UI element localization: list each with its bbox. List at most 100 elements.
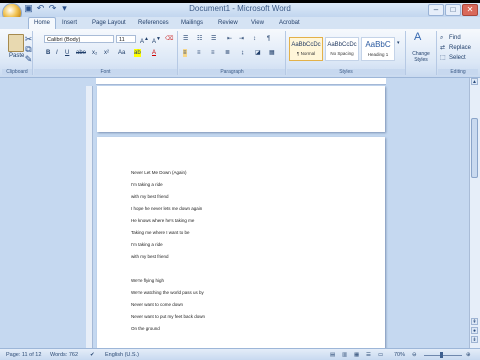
underline-icon[interactable]: U [65,49,69,57]
tab-insert[interactable]: Insert [62,18,77,29]
superscript-icon[interactable]: x² [104,49,109,57]
zoom-slider-thumb[interactable] [440,352,443,358]
page-count-status[interactable]: Page: 11 of 12 [6,352,41,358]
web-layout-icon[interactable]: ▦ [354,352,359,358]
document-line[interactable]: Never Let Me Down (Again) [131,170,187,175]
paste-button[interactable]: Paste [9,52,24,60]
change-styles-icon[interactable]: A [414,32,421,43]
styles-group: AaBbCcDc ¶ Normal AaBbCcDc No Spacing Aa… [287,31,406,75]
document-line[interactable]: Never want to come down [131,302,183,307]
current-page[interactable]: Never Let Me Down (Again) I'm taking a r… [97,137,385,348]
clipboard-group: Paste ✂ ⧉ ✎ Clipboard [2,31,33,75]
document-line[interactable]: Taking me where I want to be [131,230,190,235]
subscript-icon[interactable]: x₂ [92,49,97,57]
change-styles-group: A Change Styles [406,31,437,75]
style-normal[interactable]: AaBbCcDc ¶ Normal [289,37,323,61]
style-no-spacing[interactable]: AaBbCcDc No Spacing [325,37,359,61]
change-styles-button[interactable]: Change Styles [407,51,435,63]
tab-references[interactable]: References [138,18,169,29]
minimize-icon[interactable]: – [428,4,444,16]
numbering-icon[interactable]: ☷ [197,35,202,43]
increase-indent-icon[interactable]: ⇥ [239,35,244,43]
tab-page-layout[interactable]: Page Layout [92,18,126,29]
zoom-out-icon[interactable]: ⊖ [412,352,417,358]
document-line[interactable]: with my best friend [131,254,169,259]
show-formatting-icon[interactable]: ¶ [267,35,270,43]
tab-mailings[interactable]: Mailings [181,18,203,29]
document-line[interactable]: On the ground [131,326,160,331]
font-name-select[interactable]: Calibri (Body) [44,35,114,43]
find-icon[interactable]: ⌕ [440,34,443,42]
style-heading-1[interactable]: AaBbC Heading 1 [361,37,395,61]
close-icon[interactable]: ✕ [462,4,478,16]
next-page-icon[interactable]: ⇟ [471,336,478,343]
bold-icon[interactable]: B [46,49,50,57]
browse-object-icon[interactable]: ● [471,327,478,334]
align-center-icon[interactable]: ≡ [197,49,201,57]
paste-icon[interactable] [8,34,24,52]
tab-view[interactable]: View [251,18,264,29]
previous-page[interactable] [97,86,385,132]
scrollbar-thumb[interactable] [471,118,478,178]
select-icon[interactable]: ⬚ [440,54,446,62]
zoom-slider[interactable] [424,355,462,356]
select-button[interactable]: Select [449,54,466,62]
clear-format-icon[interactable]: ⌫ [165,35,173,43]
strikethrough-icon[interactable]: abe [76,49,86,57]
line-spacing-icon[interactable]: ↨ [241,49,244,57]
horizontal-ruler[interactable] [96,78,386,85]
print-layout-icon[interactable]: ▤ [330,352,335,358]
document-line[interactable]: with my best friend [131,194,169,199]
document-line[interactable]: We're flying high [131,278,164,283]
justify-icon[interactable]: ≣ [225,49,230,57]
format-painter-icon[interactable]: ✎ [24,55,33,64]
paragraph-label: Paragraph [179,69,285,75]
document-line[interactable]: He knows where he's taking me [131,218,194,223]
document-line[interactable]: I'm taking a ride [131,182,163,187]
previous-page-icon[interactable]: ⇞ [471,318,478,325]
scroll-up-icon[interactable]: ▲ [471,78,478,85]
font-size-select[interactable]: 11 [116,35,136,43]
document-line[interactable]: I'm taking a ride [131,242,163,247]
replace-icon[interactable]: ⇄ [440,44,445,52]
word-count-status[interactable]: Words: 762 [50,352,78,358]
document-line[interactable]: Never want to put my feet back down [131,314,205,319]
align-left-icon[interactable]: ≡ [183,49,187,57]
cut-icon[interactable]: ✂ [24,35,33,44]
find-button[interactable]: Find [449,34,461,42]
borders-icon[interactable]: ▦ [269,49,275,57]
zoom-level[interactable]: 70% [394,352,405,358]
tab-acrobat[interactable]: Acrobat [279,18,300,29]
replace-button[interactable]: Replace [449,44,471,52]
editing-label: Editing [438,69,478,75]
draft-icon[interactable]: ▭ [378,352,383,358]
document-line[interactable]: We're watching the world pass us by [131,290,204,295]
tab-home[interactable]: Home [28,17,57,29]
copy-icon[interactable]: ⧉ [24,45,33,54]
style-name: ¶ Normal [296,51,316,56]
shrink-font-icon[interactable]: A▼ [152,35,161,46]
full-screen-reading-icon[interactable]: ▥ [342,352,347,358]
grow-font-icon[interactable]: A▲ [140,35,149,46]
multilevel-list-icon[interactable]: ☰ [211,35,216,43]
shading-icon[interactable]: ◪ [255,49,261,57]
sort-icon[interactable]: ↕ [253,35,256,43]
font-color-icon[interactable]: A [152,49,156,57]
document-line[interactable]: I hope he never lets me down again [131,206,202,211]
vertical-scrollbar[interactable]: ▲ ⇞ ● ⇟ [469,78,480,348]
language-status[interactable]: English (U.S.) [105,352,139,358]
zoom-in-icon[interactable]: ⊕ [466,352,471,358]
outline-icon[interactable]: ☰ [366,352,371,358]
maximize-icon[interactable]: □ [445,4,461,16]
style-name: No Spacing [330,51,354,56]
change-case-icon[interactable]: Aa [118,49,125,57]
bullets-icon[interactable]: ☰ [183,35,188,43]
decrease-indent-icon[interactable]: ⇤ [227,35,232,43]
align-right-icon[interactable]: ≡ [211,49,215,57]
styles-more-icon[interactable]: ▾ [397,39,400,47]
highlight-icon[interactable]: ab [134,49,141,57]
vertical-ruler[interactable] [86,86,93,348]
proofing-icon[interactable]: ✔ [90,352,95,358]
tab-review[interactable]: Review [218,18,238,29]
italic-icon[interactable]: I [56,49,58,57]
